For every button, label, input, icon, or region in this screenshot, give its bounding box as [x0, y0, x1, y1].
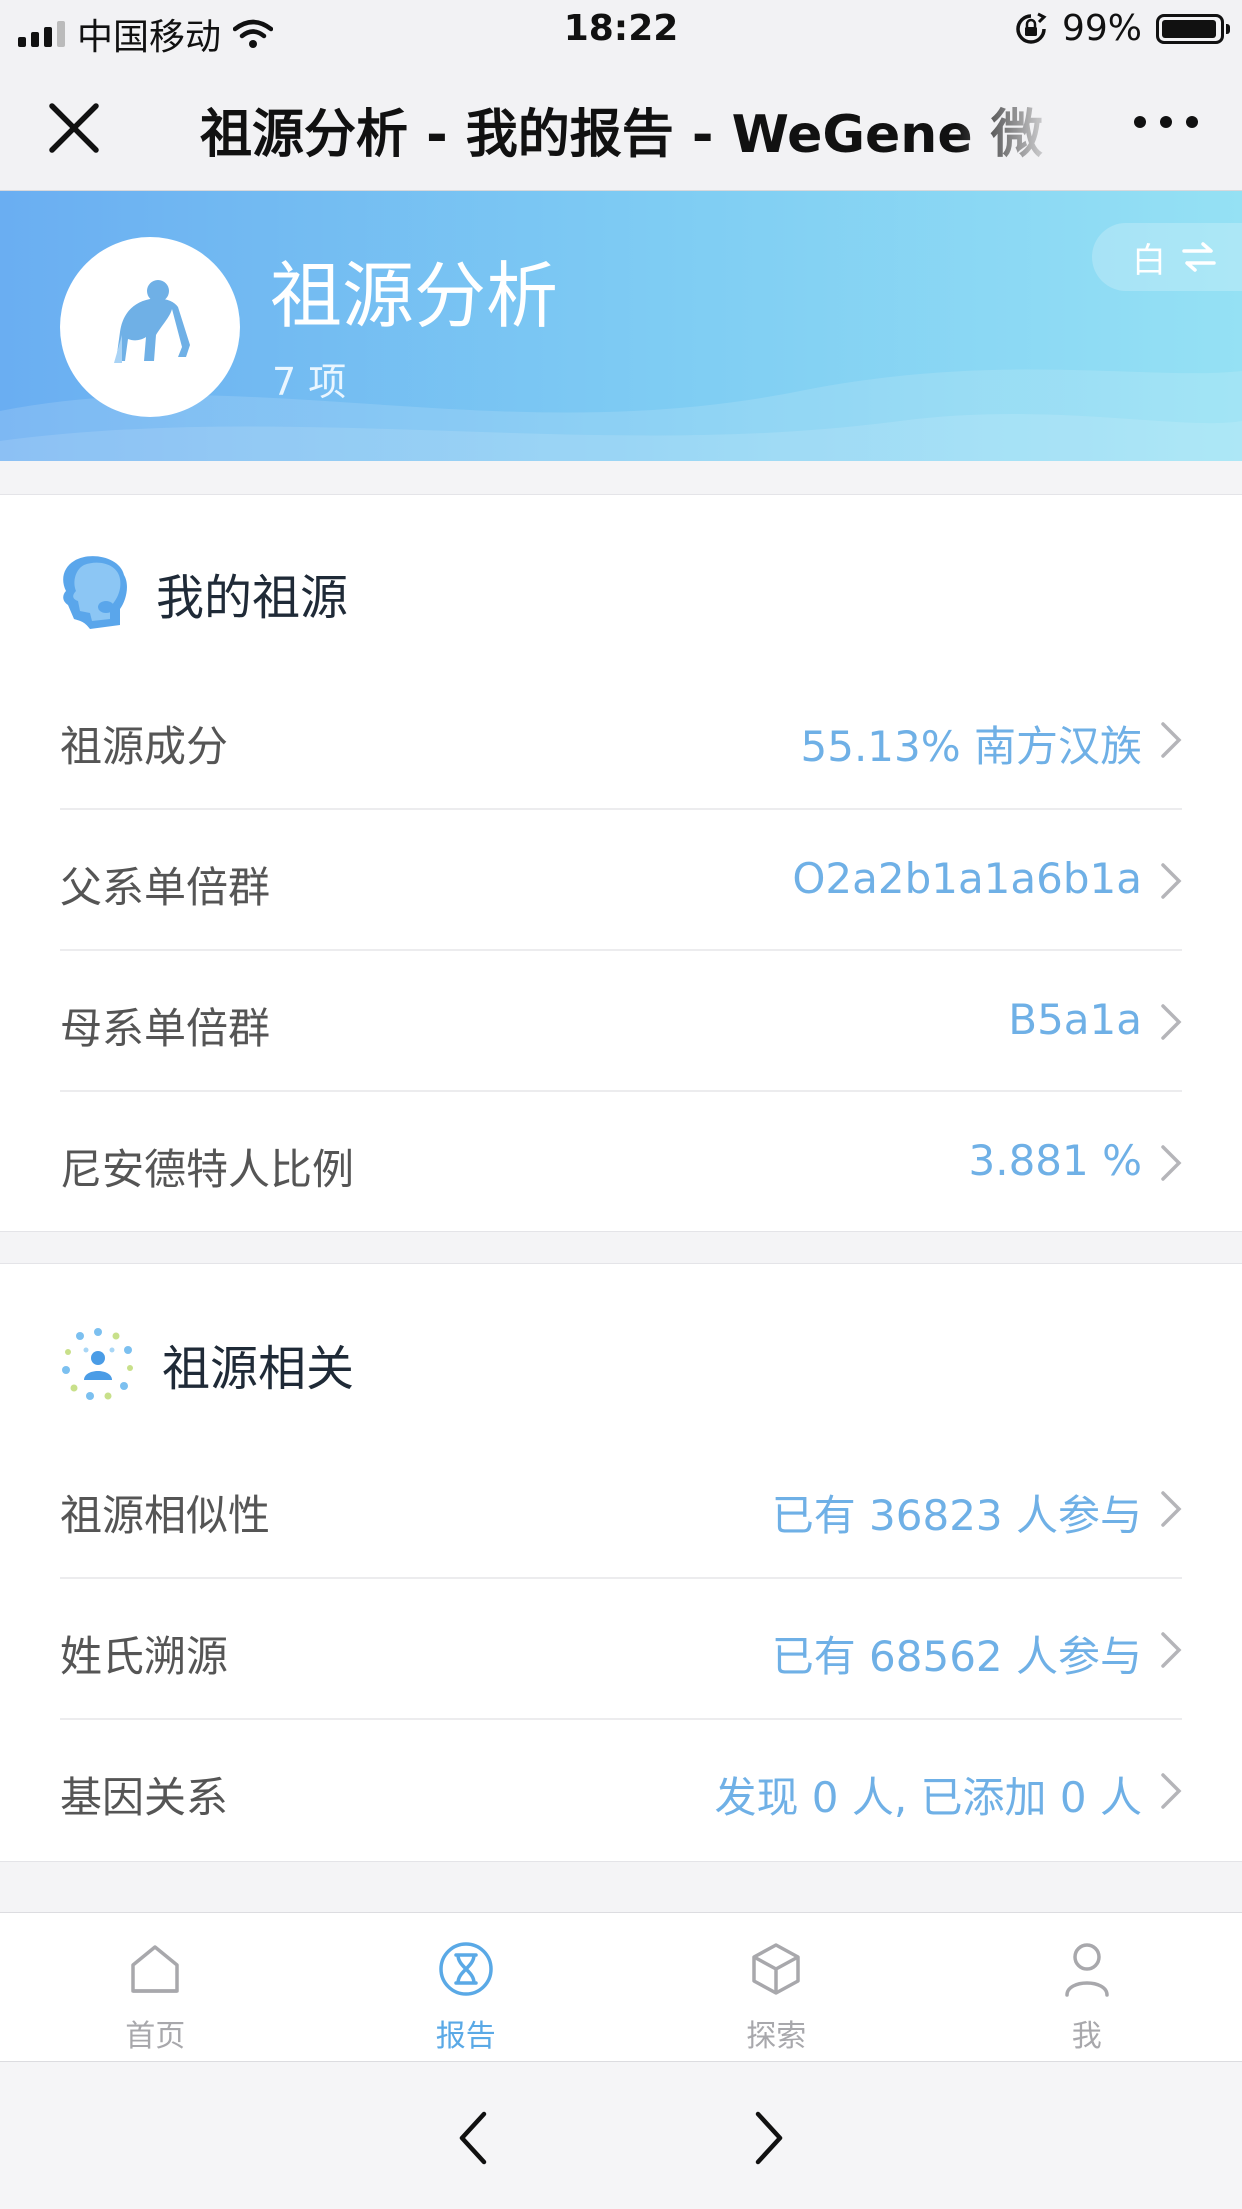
list-row-paternal-haplogroup[interactable]: 父系单倍群 O2a2b1a1a6b1a	[60, 810, 1182, 951]
row-label: 尼安德特人比例	[60, 1136, 354, 1197]
page-title: 祖源分析 - 我的报告 - WeGene 微	[200, 92, 1060, 167]
list-row-genetic-relatives[interactable]: 基因关系 发现 0 人, 已添加 0 人	[60, 1720, 1182, 1861]
tab-label: 报告	[311, 2011, 622, 2055]
list-row-ancestry-similarity[interactable]: 祖源相似性 已有 36823 人参与	[60, 1438, 1182, 1579]
rotation-lock-icon	[1014, 12, 1048, 46]
list-row-maternal-haplogroup[interactable]: 母系单倍群 B5a1a	[60, 951, 1182, 1092]
card-header: 我的祖源	[60, 555, 348, 631]
swap-icon	[1182, 242, 1216, 272]
chevron-right-icon	[1160, 1490, 1182, 1528]
chevron-right-icon	[1160, 721, 1182, 759]
row-value: 55.13% 南方汉族	[801, 713, 1143, 774]
list-row-ancestry-composition[interactable]: 祖源成分 55.13% 南方汉族	[60, 669, 1182, 810]
tab-label: 首页	[0, 2011, 311, 2055]
ancestry-related-card: 祖源相关 祖源相似性 已有 36823 人参与 姓氏溯源 已有 68562 人参…	[0, 1263, 1242, 1862]
row-value: 已有 36823 人参与	[772, 1482, 1142, 1543]
tab-label: 探索	[621, 2011, 932, 2055]
card-title: 祖源相关	[162, 1329, 354, 1399]
row-label: 姓氏溯源	[60, 1623, 228, 1684]
card-title: 我的祖源	[156, 558, 348, 628]
person-icon	[1057, 1939, 1117, 1999]
row-label: 祖源成分	[60, 713, 228, 774]
network-people-icon	[60, 1326, 136, 1402]
row-value: 发现 0 人, 已添加 0 人	[714, 1764, 1142, 1825]
close-icon[interactable]	[44, 98, 104, 158]
home-icon	[125, 1939, 185, 1999]
tab-report[interactable]: 报告	[311, 1913, 622, 2061]
row-value: 3.881 %	[969, 1136, 1143, 1185]
browser-bottom-bar	[0, 2061, 1242, 2209]
report-banner: 祖源分析 7 项 白	[0, 191, 1242, 461]
row-label: 祖源相似性	[60, 1482, 270, 1543]
theme-toggle-button[interactable]: 白	[1092, 223, 1242, 291]
row-value: B5a1a	[1008, 995, 1142, 1044]
tab-me[interactable]: 我	[932, 1913, 1242, 2061]
my-ancestry-card: 我的祖源 祖源成分 55.13% 南方汉族 父系单倍群 O2a2b1a1a6b1…	[0, 494, 1242, 1232]
tab-home[interactable]: 首页	[0, 1913, 311, 2061]
status-bar: 中国移动 18:22 99%	[0, 0, 1242, 62]
chevron-right-icon	[1160, 862, 1182, 900]
row-label: 基因关系	[60, 1764, 228, 1825]
theme-label: 白	[1132, 233, 1166, 282]
dna-icon	[436, 1939, 496, 1999]
row-value: 已有 68562 人参与	[772, 1623, 1142, 1684]
ape-avatar	[60, 237, 240, 417]
tab-bar: 首页 报告 探索 我	[0, 1912, 1242, 2061]
nav-bar: 祖源分析 - 我的报告 - WeGene 微	[0, 62, 1242, 191]
row-value: O2a2b1a1a6b1a	[792, 854, 1142, 903]
chevron-right-icon	[1160, 1772, 1182, 1810]
ape-icon	[100, 277, 200, 377]
back-arrow-icon[interactable]	[456, 2110, 490, 2166]
banner-count: 7 项	[272, 351, 346, 406]
ancestry-face-icon	[60, 555, 130, 631]
list-row-surname-origin[interactable]: 姓氏溯源 已有 68562 人参与	[60, 1579, 1182, 1720]
chevron-right-icon	[1160, 1631, 1182, 1669]
row-label: 父系单倍群	[60, 854, 270, 915]
battery-percent: 99%	[1062, 8, 1142, 49]
chevron-right-icon	[1160, 1144, 1182, 1182]
banner-title: 祖源分析	[270, 237, 558, 342]
forward-arrow-icon[interactable]	[752, 2110, 786, 2166]
card-header: 祖源相关	[60, 1326, 354, 1402]
cube-icon	[746, 1939, 806, 1999]
row-label: 母系单倍群	[60, 995, 270, 1056]
battery-icon	[1156, 14, 1224, 44]
tab-explore[interactable]: 探索	[621, 1913, 932, 2061]
more-menu-icon[interactable]	[1134, 116, 1198, 128]
chevron-right-icon	[1160, 1003, 1182, 1041]
list-row-neanderthal-ratio[interactable]: 尼安德特人比例 3.881 %	[60, 1092, 1182, 1233]
tab-label: 我	[932, 2011, 1242, 2055]
